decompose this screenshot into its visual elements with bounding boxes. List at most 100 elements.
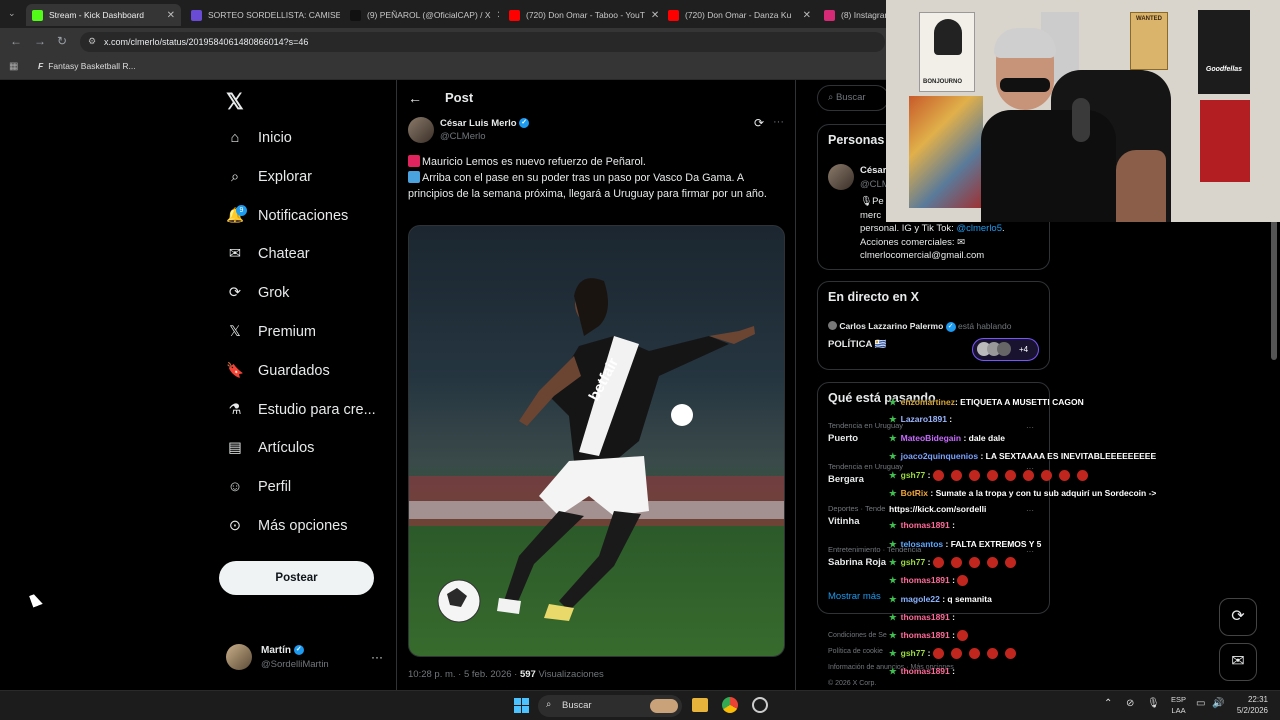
search-input[interactable]: ⌕ Buscar	[817, 85, 889, 111]
chat-username[interactable]: gsh77	[901, 470, 926, 480]
nav-item-grok[interactable]: ⟳ Grok	[226, 284, 290, 302]
live-host-row[interactable]: Carlos Lazzarino Palermo ✓ está hablando	[828, 321, 1011, 332]
grok-icon[interactable]: ⟳	[754, 116, 764, 130]
back-arrow-icon[interactable]: ←	[408, 90, 422, 106]
trend-more-icon[interactable]: ···	[1026, 506, 1034, 515]
chat-username[interactable]: Lazaro1891	[901, 414, 947, 424]
browser-tab[interactable]: (720) Don Omar - Danza Ku ✕	[662, 4, 817, 26]
chat-text: : FALTA EXTREMOS Y 5	[943, 539, 1042, 549]
trend-more-icon[interactable]: ···	[1026, 423, 1034, 432]
chat-username[interactable]: MateoBidegain	[901, 433, 961, 443]
app-icon[interactable]	[752, 697, 768, 713]
bookmark-item[interactable]: F Fantasy Basketball R...	[38, 61, 136, 71]
tab-close-icon[interactable]: ✕	[645, 10, 658, 21]
nav-item-estudio-para-cre[interactable]: ⚗ Estudio para cre...	[226, 401, 376, 419]
post-image[interactable]: betfair	[408, 225, 785, 657]
emote-icon	[950, 557, 962, 569]
chat-username[interactable]: enzomartinez	[901, 397, 955, 407]
post-button[interactable]: Postear	[219, 561, 374, 595]
browser-tab[interactable]: Stream - Kick Dashboard ✕	[26, 4, 181, 26]
scrollbar[interactable]	[1271, 220, 1277, 360]
chat-username[interactable]: thomas1891	[901, 630, 950, 640]
url-field[interactable]: ⚙ x.com/clmerlo/status/20195840614808660…	[80, 32, 885, 52]
file-explorer-icon[interactable]	[692, 698, 708, 712]
messages-float-icon[interactable]: ✉	[1219, 643, 1257, 681]
live-status: está hablando	[958, 321, 1012, 331]
network-icon[interactable]: ▭	[1196, 698, 1205, 709]
tray-chevron-icon[interactable]: ⌃	[1104, 698, 1112, 709]
search-icon: ⌕	[828, 92, 834, 103]
live-topic-row[interactable]: POLÍTICA 🇺🇾	[828, 339, 886, 350]
nav-item-inicio[interactable]: ⌂ Inicio	[226, 129, 292, 147]
badge-icon: ★	[889, 451, 897, 461]
views-label: Visualizaciones	[538, 669, 604, 680]
author-avatar[interactable]	[408, 117, 434, 143]
chat-text: :	[949, 612, 955, 622]
live-listeners[interactable]: +4	[972, 338, 1039, 361]
nav-item-guardados[interactable]: 🔖 Guardados	[226, 362, 330, 380]
nav-item-premium[interactable]: 𝕏 Premium	[226, 323, 316, 341]
clock[interactable]: 22:31 5/2/2026	[1232, 694, 1268, 716]
author-name[interactable]: César Luis Merlo ✓	[440, 118, 530, 129]
tab-search-icon[interactable]: ⌄	[8, 8, 16, 19]
account-name[interactable]: Martín ✓	[261, 645, 304, 656]
chat-username[interactable]: thomas1891	[901, 575, 950, 585]
tab-close-icon[interactable]: ✕	[161, 10, 175, 21]
chat-text: :	[949, 666, 955, 676]
browser-tab[interactable]: (720) Don Omar - Taboo - YouT ✕	[503, 4, 658, 26]
person-avatar[interactable]	[828, 164, 854, 190]
volume-icon[interactable]: 🔊	[1212, 698, 1224, 709]
chat-message: ★ gsh77 :	[889, 648, 1023, 660]
chat-message: ★ thomas1891 :	[889, 612, 955, 623]
reload-icon[interactable]: ↻	[57, 34, 67, 48]
nav-item-más-opciones[interactable]: ⊙ Más opciones	[226, 517, 348, 535]
nav-item-chatear[interactable]: ✉ Chatear	[226, 245, 310, 263]
account-more-icon[interactable]: ···	[371, 650, 383, 664]
x-logo-icon: 𝕏	[229, 324, 241, 340]
tray-icon[interactable]: ⊘	[1126, 698, 1134, 709]
avatar[interactable]	[226, 644, 252, 670]
tab-close-icon[interactable]: ✕	[491, 10, 499, 21]
nav-item-artículos[interactable]: ▤ Artículos	[226, 439, 314, 457]
back-icon[interactable]: ←	[10, 34, 22, 48]
chat-username[interactable]: joaco2quinquenios	[901, 451, 978, 461]
chat-username[interactable]: gsh77	[901, 557, 926, 567]
tab-close-icon[interactable]: ✕	[797, 10, 811, 21]
bio-link[interactable]: @clmerlo5	[956, 223, 1002, 234]
show-more-link[interactable]: Mostrar más	[828, 591, 881, 602]
chat-username[interactable]: magole22	[901, 594, 940, 604]
browser-tab[interactable]: SORTEO SORDELLISTA: CAMISE✕	[185, 4, 340, 26]
grok-float-icon[interactable]: ⟳	[1219, 598, 1257, 636]
windows-start-icon[interactable]	[514, 698, 529, 713]
language-indicator[interactable]: ESP LAA	[1171, 694, 1186, 716]
nav-item-label: Más opciones	[258, 518, 348, 534]
tab-title: (720) Don Omar - Danza Ku	[685, 10, 792, 20]
mic-icon[interactable]: 🎙	[1147, 698, 1160, 709]
browser-tab[interactable]: (9) PEÑAROL (@OficialCAP) / X✕	[344, 4, 499, 26]
chat-username[interactable]: telosantos	[901, 539, 944, 549]
bookmark-icon: 🔖	[225, 363, 245, 380]
chat-username[interactable]: thomas1891	[901, 612, 950, 622]
chat-username[interactable]: thomas1891	[901, 520, 950, 530]
chat-username[interactable]: thomas1891	[901, 666, 950, 676]
apps-icon[interactable]: ▦	[9, 61, 18, 72]
chat-username[interactable]: gsh77	[901, 648, 926, 658]
nav-item-label: Guardados	[258, 362, 330, 379]
nav-item-explorar[interactable]: ⌕ Explorar	[226, 168, 312, 186]
person-name[interactable]: César	[860, 165, 886, 176]
nav-item-perfil[interactable]: ☺ Perfil	[226, 478, 291, 496]
taskbar-search[interactable]: ⌕ Buscar	[538, 695, 682, 717]
badge-icon: ★	[889, 575, 897, 585]
chrome-icon[interactable]	[722, 697, 738, 713]
browser-tab[interactable]: (8) Instagram	[818, 4, 888, 26]
chat-username[interactable]: BotRix	[901, 488, 928, 498]
emote-icon	[968, 557, 980, 569]
emote-icon	[950, 470, 962, 482]
site-info-icon[interactable]: ⚙	[88, 36, 96, 47]
x-logo-icon[interactable]: 𝕏	[226, 89, 244, 115]
taskbar-search-label: Buscar	[562, 700, 592, 711]
post-more-icon[interactable]: ···	[773, 116, 784, 128]
streamer-hair	[994, 28, 1056, 58]
poster-left-text: BONJOURNO	[923, 79, 963, 85]
forward-icon[interactable]: →	[34, 34, 46, 48]
